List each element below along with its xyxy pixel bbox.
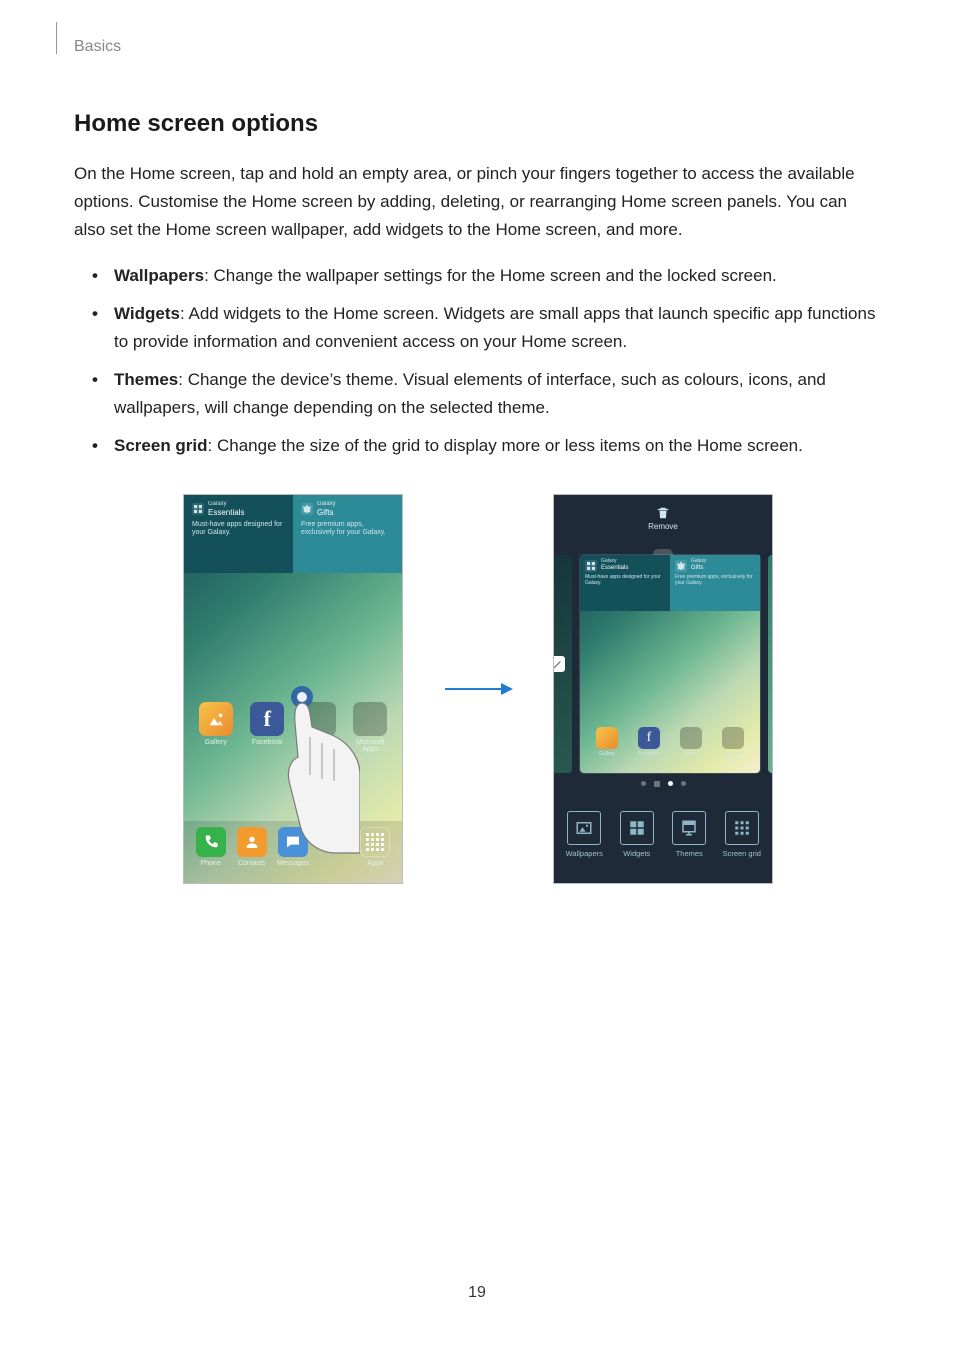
next-panel bbox=[768, 555, 773, 773]
phone-icon bbox=[196, 827, 226, 857]
widget-gifts: GalaxyGifts Free premium apps, exclusive… bbox=[293, 495, 402, 573]
option-wallpapers: Wallpapers bbox=[559, 811, 609, 883]
touch-finger-icon bbox=[280, 685, 360, 855]
remove-target: Remove bbox=[554, 495, 772, 541]
panel-strip: GalaxyEssentials Must-have apps designed… bbox=[553, 547, 773, 787]
figure-row: GalaxyEssentials Must-have apps designed… bbox=[74, 494, 882, 884]
trash-icon bbox=[656, 506, 670, 520]
bullet-item: Wallpapers: Change the wallpaper setting… bbox=[92, 262, 882, 290]
apps-grid-icon bbox=[192, 503, 204, 515]
page-number: 19 bbox=[0, 1284, 954, 1302]
mini-widget-gifts: GalaxyGifts Free premium apps, exclusive… bbox=[670, 555, 760, 611]
bullet-list: Wallpapers: Change the wallpaper setting… bbox=[74, 262, 882, 460]
header-divider bbox=[56, 22, 57, 54]
widget-essentials: GalaxyEssentials Must-have apps designed… bbox=[184, 495, 293, 573]
mini-widget-essentials: GalaxyEssentials Must-have apps designed… bbox=[580, 555, 670, 611]
app-gallery: Gallery bbox=[194, 702, 238, 753]
prev-panel bbox=[553, 555, 572, 773]
widget-row: GalaxyEssentials Must-have apps designed… bbox=[184, 495, 402, 573]
bullet-text: : Change the device’s theme. Visual elem… bbox=[114, 370, 826, 417]
dock-apps: Apps bbox=[355, 827, 396, 883]
bullet-text: : Change the size of the grid to display… bbox=[208, 436, 803, 455]
intro-paragraph: On the Home screen, tap and hold an empt… bbox=[74, 160, 882, 244]
option-themes: Themes bbox=[664, 811, 714, 883]
screen-grid-icon bbox=[725, 811, 759, 845]
mini-app-social: Social bbox=[679, 727, 703, 763]
apps-grid-icon bbox=[585, 560, 597, 572]
contacts-icon bbox=[237, 827, 267, 857]
mini-app-facebook: fFacebook bbox=[637, 727, 661, 763]
gift-icon bbox=[675, 560, 687, 572]
briefing-icon bbox=[553, 656, 565, 672]
bullet-label: Themes bbox=[114, 370, 178, 389]
options-bar: Wallpapers Widgets Themes Screen grid bbox=[554, 805, 772, 883]
mini-app-row: Gallery fFacebook Social Microsoft Apps bbox=[586, 727, 754, 763]
page-indicator bbox=[554, 781, 772, 787]
themes-icon bbox=[672, 811, 706, 845]
bullet-item: Widgets: Add widgets to the Home screen.… bbox=[92, 300, 882, 356]
apps-drawer-icon bbox=[360, 827, 390, 857]
bullet-label: Screen grid bbox=[114, 436, 208, 455]
main-content: Home screen options On the Home screen, … bbox=[74, 110, 882, 884]
dock-phone: Phone bbox=[190, 827, 231, 883]
home-screen-figure: GalaxyEssentials Must-have apps designed… bbox=[183, 494, 403, 884]
home-options-figure: Remove GalaxyEssentials Must-have apps bbox=[553, 494, 773, 884]
bullet-item: Screen grid: Change the size of the grid… bbox=[92, 432, 882, 460]
bullet-text: : Add widgets to the Home screen. Widget… bbox=[114, 304, 875, 351]
bullet-label: Wallpapers bbox=[114, 266, 204, 285]
mini-app-microsoft: Microsoft Apps bbox=[721, 727, 745, 763]
gift-icon bbox=[301, 503, 313, 515]
gallery-icon bbox=[199, 702, 233, 736]
current-panel: GalaxyEssentials Must-have apps designed… bbox=[580, 555, 760, 773]
option-widgets: Widgets bbox=[612, 811, 662, 883]
dock-contacts: Contacts bbox=[231, 827, 272, 883]
breadcrumb: Basics bbox=[74, 38, 121, 56]
wallpapers-icon bbox=[567, 811, 601, 845]
arrow-icon bbox=[443, 679, 513, 699]
bullet-label: Widgets bbox=[114, 304, 180, 323]
widgets-icon bbox=[620, 811, 654, 845]
bullet-text: : Change the wallpaper settings for the … bbox=[204, 266, 777, 285]
bullet-item: Themes: Change the device’s theme. Visua… bbox=[92, 366, 882, 422]
mini-app-gallery: Gallery bbox=[595, 727, 619, 763]
option-screen-grid: Screen grid bbox=[717, 811, 767, 883]
section-title: Home screen options bbox=[74, 110, 882, 138]
